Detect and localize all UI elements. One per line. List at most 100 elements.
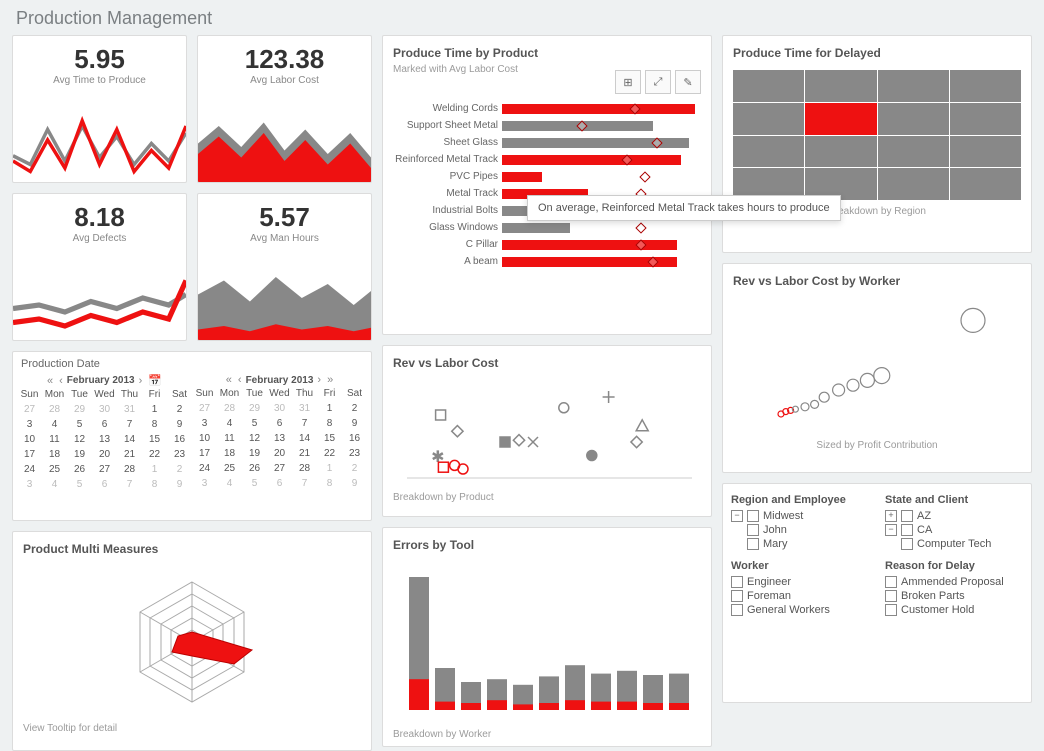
filter-item[interactable]: Engineer	[731, 576, 869, 588]
cal-day[interactable]: 4	[217, 476, 242, 491]
kpi-labor-cost[interactable]: 123.38 Avg Labor Cost	[197, 35, 372, 183]
cal-day[interactable]: 9	[167, 477, 192, 492]
cal-day[interactable]: 14	[117, 432, 142, 447]
cal-day[interactable]: 22	[142, 447, 167, 462]
cal-day[interactable]: 20	[267, 446, 292, 461]
calendar-icon[interactable]: 📅	[146, 374, 164, 387]
cal-day[interactable]: 10	[192, 431, 217, 446]
cal-day[interactable]: 22	[317, 446, 342, 461]
errors-panel[interactable]: Errors by Tool Breakdown by Worker	[382, 527, 712, 747]
cal-day[interactable]: 18	[42, 447, 67, 462]
bar-row[interactable]: PVC Pipes	[393, 171, 701, 182]
filter-item[interactable]: Customer Hold	[885, 604, 1023, 616]
filter-item[interactable]: General Workers	[731, 604, 869, 616]
cal-day[interactable]: 23	[167, 447, 192, 462]
cal-day[interactable]: 12	[67, 432, 92, 447]
cal-day[interactable]: 7	[292, 476, 317, 491]
cal-day[interactable]: 1	[317, 401, 342, 416]
rev-vs-labor-panel[interactable]: Rev vs Labor Cost ✱ Breakdown by Product	[382, 345, 712, 517]
cal-day[interactable]: 28	[42, 402, 67, 417]
cal-day[interactable]: 16	[342, 431, 367, 446]
checkbox[interactable]	[731, 576, 743, 588]
cal-day[interactable]: 2	[342, 461, 367, 476]
cal-day[interactable]: 19	[242, 446, 267, 461]
checkbox[interactable]	[885, 590, 897, 602]
cal-day[interactable]: 14	[292, 431, 317, 446]
controls-button[interactable]: ⊞	[615, 70, 641, 94]
cal-day[interactable]: 1	[317, 461, 342, 476]
edit-button[interactable]: ✎	[675, 70, 701, 94]
cal-day[interactable]: 19	[67, 447, 92, 462]
cal-day[interactable]: 8	[317, 476, 342, 491]
cal-day[interactable]: 27	[267, 461, 292, 476]
filter-item[interactable]: +AZ	[885, 510, 1023, 522]
checkbox[interactable]	[747, 510, 759, 522]
cal-day[interactable]: 27	[92, 462, 117, 477]
checkbox[interactable]	[731, 604, 743, 616]
checkbox[interactable]	[747, 524, 759, 536]
cal-day[interactable]: 9	[342, 476, 367, 491]
cal-day[interactable]: 27	[17, 402, 42, 417]
cal-day[interactable]: 17	[17, 447, 42, 462]
cal-day[interactable]: 7	[117, 417, 142, 432]
cal-day[interactable]: 2	[167, 462, 192, 477]
cal-day[interactable]: 9	[167, 417, 192, 432]
cal-day[interactable]: 8	[142, 417, 167, 432]
cal-day[interactable]: 4	[217, 416, 242, 431]
cal-day[interactable]: 6	[92, 417, 117, 432]
cal-day[interactable]: 7	[292, 416, 317, 431]
checkbox[interactable]	[747, 538, 759, 550]
cal-day[interactable]: 28	[117, 462, 142, 477]
cal-day[interactable]: 1	[142, 462, 167, 477]
cal-day[interactable]: 15	[142, 432, 167, 447]
cal-day[interactable]: 3	[192, 416, 217, 431]
cal-day[interactable]: 5	[67, 417, 92, 432]
cal-day[interactable]: 17	[192, 446, 217, 461]
cal-day[interactable]: 24	[17, 462, 42, 477]
cal-day[interactable]: 28	[292, 461, 317, 476]
cal-day[interactable]: 4	[42, 417, 67, 432]
cal-day[interactable]: 20	[92, 447, 117, 462]
cal-day[interactable]: 21	[292, 446, 317, 461]
cal-day[interactable]: 11	[42, 432, 67, 447]
cal-day[interactable]: 30	[267, 401, 292, 416]
cal-day[interactable]: 26	[67, 462, 92, 477]
kpi-man-hours[interactable]: 5.57 Avg Man Hours	[197, 193, 372, 341]
cal-next-icon[interactable]: ›	[137, 375, 145, 387]
expand-icon[interactable]: +	[885, 510, 897, 522]
kpi-avg-time[interactable]: 5.95 Avg Time to Produce	[12, 35, 187, 183]
bar-row[interactable]: A beam	[393, 256, 701, 267]
cal-day[interactable]: 11	[217, 431, 242, 446]
cal-day[interactable]: 9	[342, 416, 367, 431]
cal-day[interactable]: 3	[17, 417, 42, 432]
cal-day[interactable]: 5	[242, 416, 267, 431]
cal-day[interactable]: 1	[142, 402, 167, 417]
cal-prev-icon[interactable]: ‹	[57, 375, 65, 387]
cal-day[interactable]: 29	[242, 401, 267, 416]
filter-item[interactable]: −CA	[885, 524, 1023, 536]
cal-day[interactable]: 18	[217, 446, 242, 461]
cal-day[interactable]: 7	[117, 477, 142, 492]
bar-row[interactable]: Sheet Glass	[393, 137, 701, 148]
cal-day[interactable]: 6	[92, 477, 117, 492]
collapse-icon[interactable]: −	[885, 524, 897, 536]
checkbox[interactable]	[731, 590, 743, 602]
bar-row[interactable]: C Pillar	[393, 239, 701, 250]
checkbox[interactable]	[885, 576, 897, 588]
filter-item[interactable]: Foreman	[731, 590, 869, 602]
cal-last-icon[interactable]: »	[325, 374, 335, 386]
expand-button[interactable]: ⤢	[645, 70, 671, 94]
cal-day[interactable]: 2	[167, 402, 192, 417]
bar-row[interactable]: Reinforced Metal Track	[393, 154, 701, 165]
cal-day[interactable]: 5	[67, 477, 92, 492]
bar-row[interactable]: Welding Cords	[393, 103, 701, 114]
cal-day[interactable]: 5	[242, 476, 267, 491]
filter-item[interactable]: Broken Parts	[885, 590, 1023, 602]
cal-day[interactable]: 31	[117, 402, 142, 417]
cal-day[interactable]: 4	[42, 477, 67, 492]
cal-prev-icon[interactable]: ‹	[236, 374, 244, 386]
radar-panel[interactable]: Product Multi Measures	[12, 531, 372, 751]
cal-day[interactable]: 29	[67, 402, 92, 417]
filter-item[interactable]: John	[747, 524, 869, 536]
filter-item[interactable]: Mary	[747, 538, 869, 550]
